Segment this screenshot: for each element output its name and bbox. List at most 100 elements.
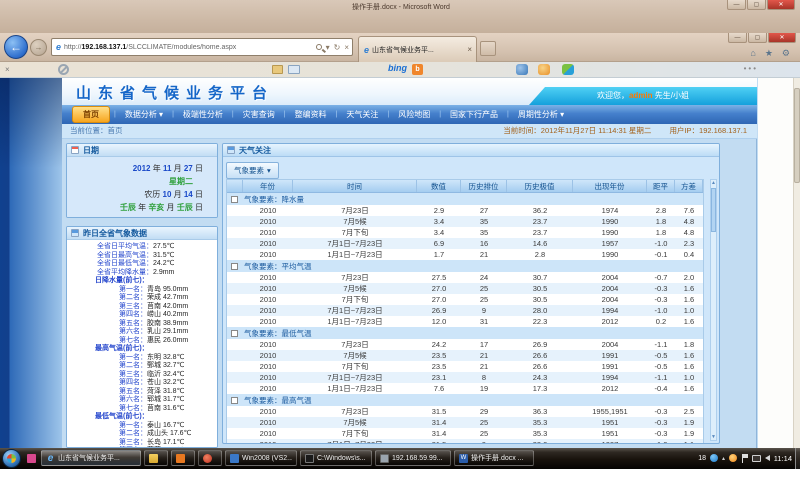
table-row[interactable]: 20107月5候31.42535.31951-0.31.9 [227, 417, 703, 428]
card-icon[interactable] [272, 65, 283, 74]
scroll-up-icon[interactable]: ▲ [711, 180, 716, 186]
weather-table: 年份时间数值历史排位历史极值出现年份距平方差气象要素：降水量20107月23日2… [226, 179, 704, 444]
browser-minimize-button[interactable]: — [728, 33, 747, 43]
panel-scrollbar[interactable]: ▲ ▼ [710, 179, 717, 441]
taskbar-button-cmd[interactable]: C:\Windows\s... [300, 450, 372, 466]
word-minimize-button[interactable]: — [727, 0, 746, 10]
nav-item-8[interactable]: 周期性分析 ▾ [509, 109, 573, 120]
display-icon[interactable] [752, 455, 761, 462]
table-row[interactable]: 20107月1日~7月23日23.1824.31994-1.11.0 [227, 372, 703, 383]
background-word-window[interactable]: 操作手册.docx - Microsoft Word — ▢ ✕ [0, 0, 800, 33]
browser-tab[interactable]: e 山东省气候业务平... × [358, 36, 477, 62]
new-tab-button[interactable] [480, 41, 496, 56]
scroll-thumb[interactable] [711, 188, 716, 232]
scroll-down-icon[interactable]: ▼ [711, 434, 716, 440]
taskbar-button-word[interactable]: W操作手册.docx ... [454, 450, 534, 466]
forward-button[interactable]: → [30, 39, 47, 56]
table-row[interactable]: 20107月下旬23.52126.61991-0.51.6 [227, 361, 703, 372]
browser-scrollbar[interactable] [793, 78, 800, 448]
more-options-dots-icon[interactable]: ••• [744, 64, 758, 73]
table-cell: 24 [461, 272, 507, 283]
nav-item-4[interactable]: 整编资料 [286, 109, 336, 120]
count-badge[interactable]: 18 [698, 455, 706, 462]
tab-close-icon[interactable]: × [467, 45, 472, 54]
nav-item-6[interactable]: 风险地图 [389, 109, 439, 120]
group-checkbox[interactable] [231, 397, 238, 404]
back-button[interactable]: ← [4, 35, 28, 59]
show-desktop-button[interactable] [795, 448, 800, 469]
web-page: 山东省气候业务平台 欢迎您，admin 先生/小姐 首页|数据分析 ▾|极端性分… [0, 78, 800, 448]
table-cell: 1997 [573, 439, 647, 444]
pinned-app-icon[interactable] [27, 454, 36, 463]
word-maximize-button[interactable]: ▢ [747, 0, 766, 10]
table-row[interactable]: 20107月5候3.43523.719901.84.8 [227, 216, 703, 227]
table-cell: 1.6 [675, 361, 703, 372]
search-icon[interactable] [316, 44, 322, 50]
rank-line-0-0: 第一名：青岛 95.0mm [67, 286, 217, 295]
group-checkbox[interactable] [231, 330, 238, 337]
nav-item-2[interactable]: 极端性分析 [174, 109, 232, 120]
table-row[interactable]: 20107月1日~7月23日31.5933.01997-1.01.1 [227, 439, 703, 444]
favorites-star-icon[interactable]: ★ [765, 48, 773, 59]
table-cell [227, 294, 243, 305]
nav-item-3[interactable]: 灾害查询 [234, 109, 284, 120]
nav-item-5[interactable]: 天气关注 [337, 109, 387, 120]
table-row[interactable]: 20107月下旬3.43523.719901.84.8 [227, 227, 703, 238]
table-row[interactable]: 20107月23日31.52936.31955,1951-0.32.5 [227, 406, 703, 417]
table-row[interactable]: 20107月1日~7月23日6.91614.61957-1.02.3 [227, 238, 703, 249]
taskbar-button-folder[interactable] [144, 450, 168, 466]
table-row[interactable]: 20107月1日~7月23日26.9928.01994-1.01.0 [227, 305, 703, 316]
taskbar-button-app-red[interactable] [198, 450, 222, 466]
taskbar-button-ie[interactable]: e山东省气候业务平... [41, 450, 141, 466]
volume-icon[interactable] [765, 455, 770, 461]
table-row[interactable]: 20101月1日~7月23日7.61917.32012-0.41.6 [227, 383, 703, 394]
table-row[interactable]: 20101月1日~7月23日12.03122.320120.21.6 [227, 316, 703, 327]
table-cell: 1月1日~7月23日 [293, 316, 417, 327]
nav-item-7[interactable]: 国家下行产品 [441, 109, 507, 120]
table-row[interactable]: 20101月1日~7月23日1.7212.81990-0.10.4 [227, 249, 703, 260]
browser-maximize-button[interactable]: ▢ [748, 33, 767, 43]
page-header: 山东省气候业务平台 欢迎您，admin 先生/小姐 [62, 78, 757, 105]
start-button[interactable] [2, 449, 21, 468]
group-checkbox[interactable] [231, 196, 238, 203]
settings-gear-icon[interactable]: ⚙ [782, 48, 790, 59]
show-hidden-icons-arrow[interactable]: ▴ [722, 455, 725, 462]
table-row[interactable]: 20107月5候27.02530.52004-0.31.6 [227, 283, 703, 294]
element-filter-button[interactable]: 气象要素 ▾ [226, 162, 279, 179]
home-icon[interactable]: ⌂ [750, 48, 755, 59]
nav-item-1[interactable]: 数据分析 ▾ [116, 109, 172, 120]
taskbar-button-rdp[interactable]: 192.168.59.99... [375, 450, 451, 466]
address-bar[interactable]: e http://192.168.137.1/SLCCLIMATE/module… [51, 38, 353, 56]
group-checkbox[interactable] [231, 263, 238, 270]
messenger-icon[interactable] [710, 454, 718, 462]
table-row[interactable]: 20107月下旬31.42535.31951-0.31.9 [227, 428, 703, 439]
user-ip: 用户IP：192.168.137.1 [669, 124, 747, 138]
mail-icon[interactable] [288, 65, 300, 74]
table-row[interactable]: 20107月下旬27.02530.52004-0.31.6 [227, 294, 703, 305]
stop-icon[interactable]: × [344, 43, 349, 52]
addon-icon-3[interactable] [562, 64, 574, 75]
table-row[interactable]: 20107月5候23.52126.61991-0.51.6 [227, 350, 703, 361]
chevron-down-icon[interactable]: ▾ [326, 43, 330, 52]
browser-scroll-thumb[interactable] [794, 88, 800, 183]
word-close-button[interactable]: ✕ [767, 0, 795, 10]
table-row[interactable]: 20107月23日24.21726.92004-1.11.8 [227, 339, 703, 350]
taskbar-clock[interactable]: 11:14 [774, 448, 792, 469]
addon-icon-2[interactable] [538, 64, 550, 75]
taskbar-button-app-orange[interactable] [171, 450, 195, 466]
blocked-icon[interactable] [58, 64, 69, 75]
weather-focus-icon [227, 146, 235, 154]
refresh-icon[interactable]: ↻ [334, 43, 341, 52]
bing-badge-icon[interactable]: b [412, 64, 423, 75]
close-bar-icon[interactable]: × [5, 65, 10, 74]
rank-line-0-6: 第七名：惠民 26.0mm [67, 337, 217, 346]
addon-icon-1[interactable] [516, 64, 528, 75]
firefox-icon[interactable] [729, 454, 737, 462]
table-row[interactable]: 20107月23日27.52430.72004-0.72.0 [227, 272, 703, 283]
table-row[interactable]: 20107月23日2.92736.219742.87.6 [227, 205, 703, 216]
taskbar-button-vm[interactable]: Win2008 (VS2... [225, 450, 297, 466]
nav-item-0[interactable]: 首页 [72, 106, 110, 123]
action-center-flag-icon[interactable] [741, 454, 748, 463]
bing-logo[interactable]: bing [388, 63, 407, 73]
browser-close-button[interactable]: ✕ [768, 33, 796, 43]
